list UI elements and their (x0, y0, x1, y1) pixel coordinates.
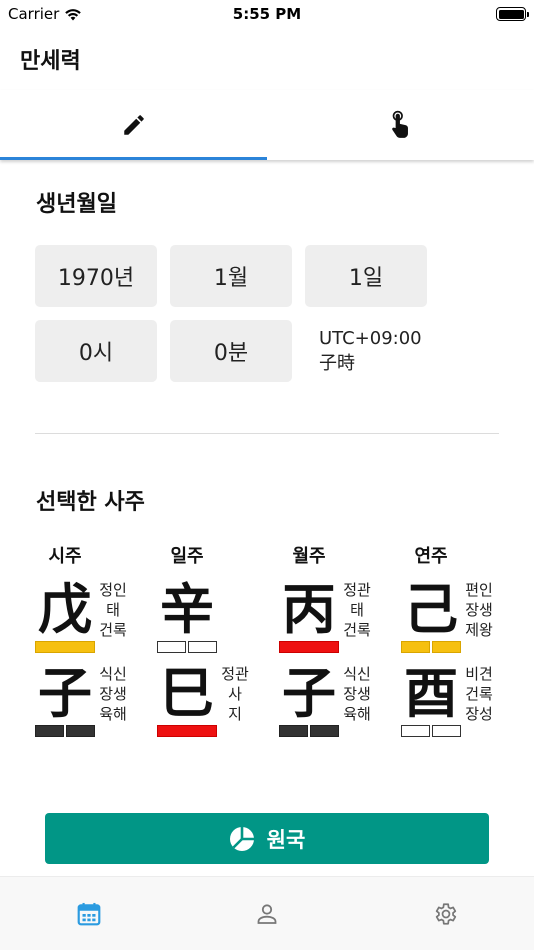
day-selector[interactable]: 1일 (305, 245, 427, 307)
year-stem-glyph: 己 (404, 578, 458, 641)
note-line: 건록 (99, 621, 127, 639)
note-line: 정관 (343, 581, 371, 599)
hour-branch-label: 子時 (319, 353, 355, 374)
person-icon (257, 904, 277, 924)
saju-title: 선택한 사주 (36, 490, 145, 515)
note-line: 편인 (465, 581, 493, 599)
pillar-label-year: 연주 (414, 546, 448, 567)
app-title: 만세력 (20, 49, 81, 74)
tab-touch-input[interactable] (267, 90, 534, 160)
note-line: 태 (106, 601, 120, 619)
month-selector[interactable]: 1월 (170, 245, 292, 307)
section-divider (35, 433, 499, 434)
year-selector[interactable]: 1970년 (35, 245, 157, 307)
app-bar: 만세력 (0, 28, 534, 90)
timezone-info: UTC+09:00 子時 (319, 326, 422, 376)
pillar-label-month: 월주 (292, 546, 326, 567)
input-mode-tabs (0, 90, 534, 160)
year-stem-bar (401, 641, 461, 653)
day-branch-glyph: 巳 (160, 662, 214, 725)
note-line: 정인 (99, 581, 127, 599)
gear-icon (435, 903, 457, 925)
hour-branch-notes: 식신 장생 육해 (93, 664, 133, 724)
year-branch-notes: 비견 건록 장성 (459, 664, 499, 724)
month-stem-bar (279, 641, 339, 653)
nav-profile[interactable] (250, 897, 284, 931)
touch-icon (391, 110, 408, 138)
note-line: 비견 (465, 665, 493, 683)
minute-selector[interactable]: 0분 (170, 320, 292, 382)
pillar-label-day: 일주 (170, 546, 204, 567)
note-line: 장성 (465, 705, 493, 723)
hour-stem-bar (35, 641, 95, 653)
month-stem-notes: 정관 태 건록 (337, 580, 377, 640)
note-line: 태 (350, 601, 364, 619)
nav-settings[interactable] (428, 897, 462, 931)
note-line: 사 (228, 685, 242, 703)
day-stem-bar (157, 641, 217, 653)
birthdate-title: 생년월일 (36, 192, 117, 217)
note-line: 장생 (465, 601, 493, 619)
year-branch-bar (401, 725, 461, 737)
day-stem-glyph: 辛 (160, 578, 214, 641)
note-line: 육해 (99, 705, 127, 723)
origin-chart-button[interactable]: 원국 (45, 813, 489, 864)
month-branch-bar (279, 725, 339, 737)
note-line: 장생 (99, 685, 127, 703)
note-line: 육해 (343, 705, 371, 723)
month-stem-glyph: 丙 (282, 578, 336, 641)
note-line: 건록 (465, 685, 493, 703)
note-line: 지 (228, 705, 242, 723)
pillar-label-hour: 시주 (48, 546, 82, 567)
month-branch-notes: 식신 장생 육해 (337, 664, 377, 724)
year-stem-notes: 편인 장생 제왕 (459, 580, 499, 640)
hour-branch-glyph: 子 (38, 662, 92, 725)
note-line: 건록 (343, 621, 371, 639)
year-branch-glyph: 酉 (404, 662, 458, 725)
hour-selector[interactable]: 0시 (35, 320, 157, 382)
status-bar: Carrier 5:55 PM (0, 0, 534, 28)
status-time: 5:55 PM (232, 5, 302, 23)
calendar-icon (77, 902, 101, 926)
bottom-navigation (0, 876, 534, 950)
timezone-label: UTC+09:00 (319, 328, 422, 349)
day-branch-notes: 정관 사 지 (215, 664, 255, 724)
tab-manual-input[interactable] (0, 90, 267, 160)
note-line: 정관 (221, 665, 249, 683)
tab-active-indicator (0, 157, 267, 160)
note-line: 제왕 (465, 621, 493, 639)
hour-branch-bar (35, 725, 95, 737)
month-branch-glyph: 子 (282, 662, 336, 725)
nav-calendar[interactable] (72, 897, 106, 931)
day-branch-bar (157, 725, 217, 737)
hour-stem-glyph: 戊 (38, 578, 92, 641)
note-line: 장생 (343, 685, 371, 703)
note-line: 식신 (343, 665, 371, 683)
battery-icon (496, 7, 529, 21)
note-line: 식신 (99, 665, 127, 683)
pie-chart-icon (229, 826, 254, 851)
origin-button-label: 원국 (266, 827, 306, 852)
hour-stem-notes: 정인 태 건록 (93, 580, 133, 640)
pencil-icon (123, 115, 144, 135)
